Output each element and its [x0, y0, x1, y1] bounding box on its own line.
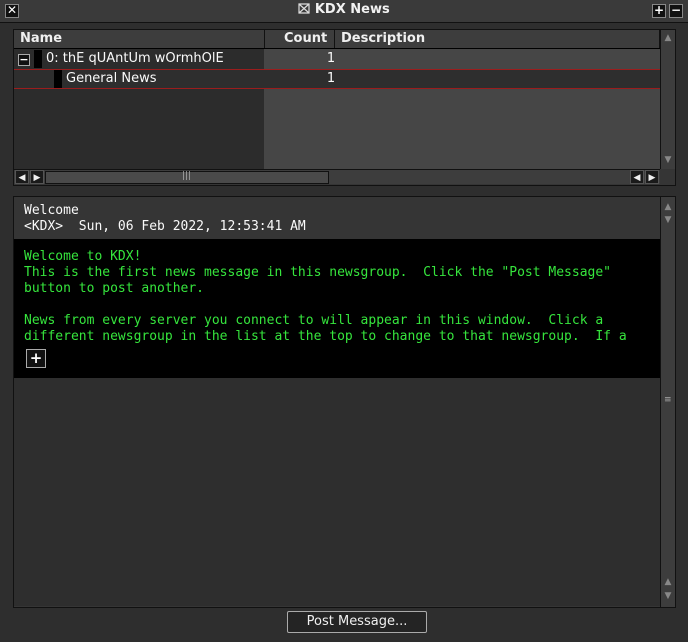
server-count: 1: [326, 51, 336, 66]
newsgroup-list: Name Count Description − 0: thE qUAntUm …: [13, 29, 676, 186]
title-bar: ✕ KDX News + −: [0, 0, 688, 23]
collapse-toggle[interactable]: −: [18, 54, 30, 66]
scroll-down-icon[interactable]: ▼: [661, 589, 675, 603]
scroll-right-icon[interactable]: ▶: [645, 170, 659, 184]
column-name[interactable]: Name: [20, 30, 62, 48]
message-line: different newsgroup in the list at the t…: [24, 329, 627, 344]
news-vertical-scrollbar[interactable]: ▲ ▼ ≡ ▲ ▼: [660, 197, 675, 607]
scroll-left-icon[interactable]: ◀: [15, 170, 29, 184]
message-meta: <KDX> Sun, 06 Feb 2022, 12:53:41 AM: [24, 219, 306, 234]
zoom-button[interactable]: +: [652, 4, 666, 18]
scroll-up-icon[interactable]: ▲: [661, 31, 675, 45]
column-count[interactable]: Count: [284, 30, 327, 48]
tree-vertical-scrollbar[interactable]: ▲ ▼: [660, 30, 675, 169]
window-title-text: KDX News: [314, 2, 390, 17]
column-divider[interactable]: [334, 30, 335, 48]
scroll-up-icon[interactable]: ▲: [661, 200, 675, 214]
message-line: This is the first news message in this n…: [24, 265, 611, 280]
message-line: button to post another.: [24, 281, 205, 296]
message-body: Welcome to KDX! This is the first news m…: [14, 239, 660, 378]
column-divider[interactable]: [264, 30, 265, 48]
grip-icon: ≡: [664, 395, 672, 405]
scroll-down-icon[interactable]: ▼: [661, 213, 675, 227]
message-header: Welcome <KDX> Sun, 06 Feb 2022, 12:53:41…: [24, 203, 306, 235]
message-line: Welcome to KDX!: [24, 249, 142, 264]
newsgroup-name: General News: [66, 71, 157, 86]
kdx-icon: [298, 3, 310, 14]
column-header: Name Count Description: [14, 30, 675, 49]
expand-message-button[interactable]: +: [26, 349, 46, 368]
scroll-right-icon[interactable]: ▶: [30, 170, 44, 184]
minus-icon: −: [670, 3, 682, 17]
tree-horizontal-scrollbar[interactable]: ◀ ▶ ||| ◀ ▶: [14, 169, 660, 184]
scroll-down-icon[interactable]: ▼: [661, 153, 675, 167]
news-viewer: Welcome <KDX> Sun, 06 Feb 2022, 12:53:41…: [13, 196, 676, 608]
message-subject: Welcome: [24, 203, 79, 218]
scroll-thumb[interactable]: |||: [45, 171, 329, 184]
scroll-left-icon[interactable]: ◀: [630, 170, 644, 184]
plus-icon: +: [653, 3, 665, 17]
message-line: News from every server you connect to wi…: [24, 313, 604, 328]
post-message-button[interactable]: Post Message...: [287, 611, 427, 633]
row-marker: [34, 50, 42, 68]
message-text: Welcome to KDX! This is the first news m…: [24, 249, 627, 345]
column-description[interactable]: Description: [341, 30, 425, 48]
message-area-empty: [14, 378, 660, 606]
server-name: 0: thE qUAntUm wOrmhOlE: [46, 51, 224, 66]
window-title: KDX News: [0, 2, 688, 17]
minus-icon: −: [19, 53, 29, 66]
minimize-button[interactable]: −: [669, 4, 683, 18]
plus-icon: +: [29, 349, 43, 367]
tree-row-newsgroup[interactable]: General News 1: [14, 69, 660, 89]
newsgroup-count: 1: [326, 71, 336, 86]
scroll-up-icon[interactable]: ▲: [661, 575, 675, 589]
tree-row-server[interactable]: − 0: thE qUAntUm wOrmhOlE 1: [14, 50, 660, 68]
row-marker: [54, 70, 62, 88]
tree-body: − 0: thE qUAntUm wOrmhOlE 1 General News…: [14, 49, 660, 169]
grip-icon: |||: [182, 171, 192, 181]
